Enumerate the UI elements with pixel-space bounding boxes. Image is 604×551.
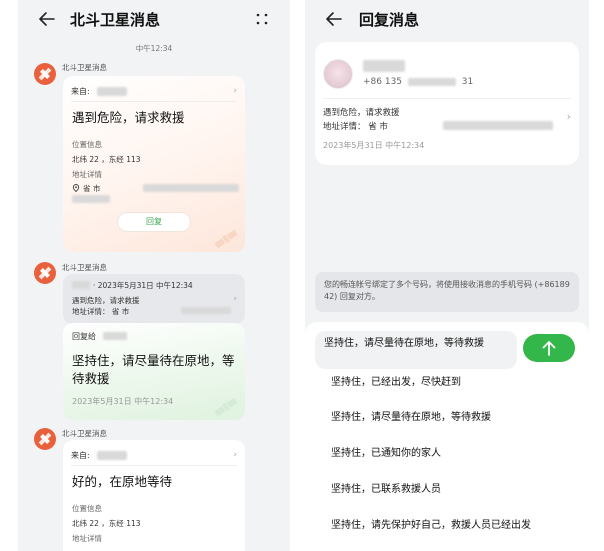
satellite-decoration-icon [214,229,238,249]
satellite-avatar-icon [34,262,56,284]
quote-time: · 2023年5月31日 中午12:34 [93,281,193,290]
quote-address: 地址详情： 省 市 [72,307,130,316]
contact-phone: +86 135 31 [363,77,473,87]
multi-number-notice: 您的畅连帐号绑定了多个号码，将使用接收消息的手机号码 (+86189 42) 回… [315,272,579,312]
reply-input[interactable]: 坚持住，请尽量待在原地，等待救援 [315,331,517,369]
redacted-name [72,281,90,289]
reply-card[interactable]: 回复给 坚持住，请尽量待在原地，等待救援 2023年5月31日 中午12:34 [63,323,245,420]
reply-button[interactable]: 回复 [117,212,191,232]
send-button[interactable] [523,334,575,362]
send-arrow-icon [542,341,556,356]
satellite-avatar-icon [34,63,56,85]
time-divider: 中午12:34 [135,44,173,53]
location-label: 位置信息 [72,140,102,149]
address-label: 地址详情 [72,170,102,179]
chevron-right-icon: › [233,450,237,460]
phone-suffix: 31 [461,77,474,87]
address-value: 省 市 [83,184,101,193]
quick-reply-item[interactable]: 坚持住，已联系救援人员 [331,480,441,495]
top-bar: 回复消息 [305,0,589,40]
chevron-right-icon: › [233,86,237,96]
back-arrow-icon[interactable] [38,10,56,28]
quick-reply-item[interactable]: 坚持住，已经出发，尽快赶到 [331,373,461,388]
redacted-address-line2 [72,195,110,203]
satellite-decoration-icon [214,397,238,417]
redacted-recipient [103,332,127,340]
satellite-avatar-icon [34,428,56,450]
message-body: 好的，在原地等待 [72,474,173,489]
contact-address: 地址详情： 省 市 [323,122,388,132]
more-options-icon[interactable] [256,13,268,25]
coordinates: 北纬 22 ，东经 113 [72,155,141,164]
redacted-address [181,307,231,314]
quick-reply-item[interactable]: 坚持住，已通知你的家人 [331,444,441,459]
quick-reply-item[interactable]: 坚持住，请先保护好自己，救援人员已经出发 [331,516,531,531]
reply-body: 坚持住，请尽量待在原地，等待救援 [72,353,235,386]
redacted-sender [97,451,127,460]
divider [323,98,571,99]
redacted-phone [407,77,456,86]
redacted-address [143,184,239,192]
location-label: 位置信息 [72,504,102,513]
chevron-right-icon: › [566,110,571,123]
sender-name: 北斗卫星消息 [62,263,107,272]
from-label: 来自: [71,87,90,96]
reply-composer: 坚持住，请尽量待在原地，等待救援 坚持住，已经出发，尽快赶到 坚持住，请尽量待在… [305,322,589,551]
from-label: 来自: [71,451,90,460]
from-row[interactable]: 来自: › [71,448,237,466]
sender-name: 北斗卫星消息 [62,63,107,72]
address-label: 地址详情 [72,534,102,543]
reply-time: 2023年5月31日 中午12:34 [72,397,174,406]
chevron-right-icon: › [233,294,237,304]
sender-name: 北斗卫星消息 [62,429,107,438]
reply-message-screen: 回复消息 +86 135 31 遇到危险，请求救援 地址详情： 省 市 › 20… [305,0,589,551]
page-title: 回复消息 [359,11,420,29]
reply-to-label: 回复给 [72,332,96,341]
quote-body: 遇到危险，请求救援 [72,296,140,305]
message-card[interactable]: 来自: › 遇到危险，请求救援 位置信息 北纬 22 ，东经 113 地址详情 … [63,76,245,252]
satellite-messages-screen: 北斗卫星消息 中午12:34 北斗卫星消息 来自: › 遇到危险，请求救援 位置… [18,0,290,551]
contact-message: 遇到危险，请求救援 [323,108,400,118]
phone-prefix: +86 135 [363,77,403,87]
contact-avatar [323,59,353,89]
redacted-contact-name [363,60,405,72]
from-row[interactable]: 来自: › [71,84,237,102]
contact-card[interactable]: +86 135 31 遇到危险，请求救援 地址详情： 省 市 › 2023年5月… [315,42,579,165]
back-arrow-icon[interactable] [325,10,343,28]
contact-time: 2023年5月31日 中午12:34 [323,141,425,150]
redacted-address [443,121,553,130]
quoted-message[interactable]: · 2023年5月31日 中午12:34 遇到危险，请求救援 地址详情： 省 市… [63,274,245,324]
location-pin-icon [72,184,80,192]
message-card[interactable]: 来自: › 好的，在原地等待 位置信息 北纬 22 ，东经 113 地址详情 [63,440,245,551]
message-body: 遇到危险，请求救援 [72,110,185,125]
coordinates: 北纬 22 ，东经 113 [72,519,141,528]
quick-reply-item[interactable]: 坚持住，请尽量待在原地，等待救援 [331,408,491,423]
top-bar: 北斗卫星消息 [18,0,290,40]
page-title: 北斗卫星消息 [70,11,161,29]
redacted-sender [97,87,127,96]
